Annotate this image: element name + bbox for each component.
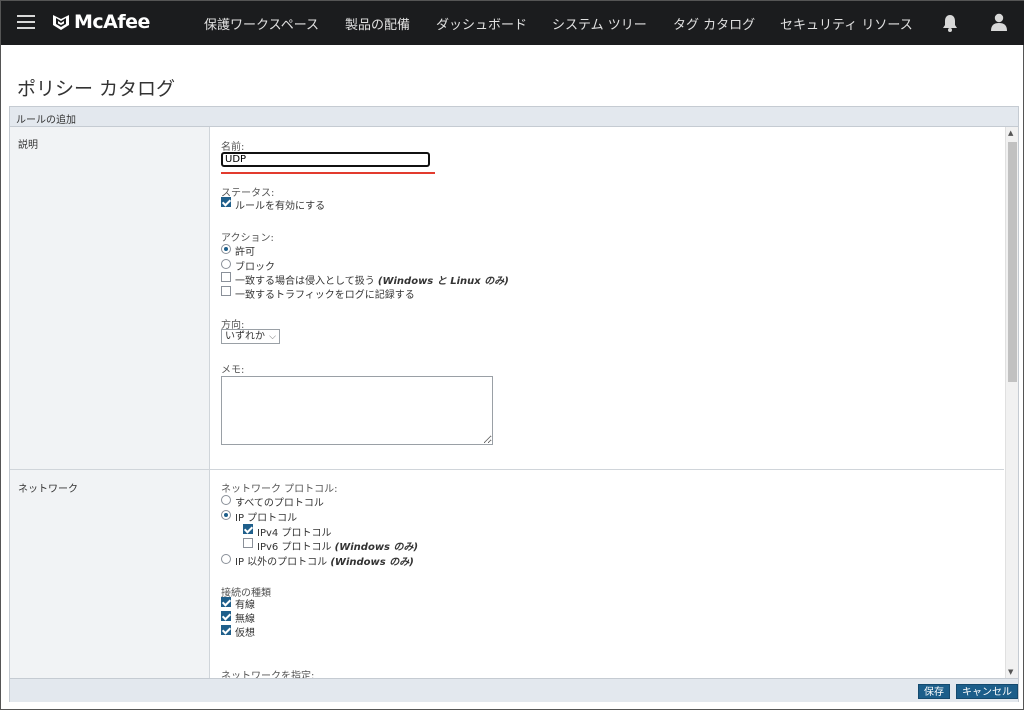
scroll-down-arrow-icon[interactable]: ▼ <box>1008 668 1013 676</box>
virtual-label: 仮想 <box>235 628 255 639</box>
log-traffic-label: 一致するトラフィックをログに記録する <box>235 290 415 301</box>
hamburger-menu-icon[interactable] <box>17 15 35 29</box>
scrollbar-thumb[interactable] <box>1008 142 1017 382</box>
description-section-label: 説明 <box>18 140 38 151</box>
enable-rule-label: ルールを有効にする <box>235 201 326 212</box>
cancel-button[interactable]: キャンセル <box>956 684 1018 699</box>
section-label-column: 説明 <box>10 127 210 469</box>
add-rule-panel: ルールの追加 説明 名前: ステータス: ルールを有効にする アクション: 許可… <box>9 106 1019 702</box>
save-button[interactable]: 保存 <box>918 684 950 699</box>
section-label-column: ネットワーク <box>10 470 210 678</box>
enable-rule-checkbox[interactable] <box>221 197 231 207</box>
page-title: ポリシー カタログ <box>17 78 176 100</box>
brand-name: McAfee <box>74 11 150 33</box>
name-label: 名前: <box>221 142 245 153</box>
network-section-label: ネットワーク <box>18 484 78 495</box>
allow-label: 許可 <box>235 247 255 258</box>
bell-icon[interactable] <box>942 14 958 32</box>
ipv4-label: IPv4 プロトコル <box>257 528 332 539</box>
ipv6-label: IPv6 プロトコル (Windows のみ) <box>257 538 418 553</box>
nav-tag-catalog[interactable]: タグ カタログ <box>673 14 755 33</box>
treat-as-intrusion-label: 一致する場合は侵入として扱う (Windows と Linux のみ) <box>235 272 509 287</box>
top-navigation-bar: McAfee 保護ワークスペース 製品の配備 ダッシュボード システム ツリー … <box>1 1 1024 45</box>
panel-footer: 保存 キャンセル <box>10 678 1018 702</box>
ipv6-note: (Windows のみ) <box>334 542 419 553</box>
name-input[interactable] <box>221 152 430 167</box>
all-protocols-radio[interactable] <box>221 495 231 505</box>
block-label: ブロック <box>235 262 275 273</box>
wireless-label: 無線 <box>235 614 255 625</box>
ipv4-checkbox[interactable] <box>243 524 253 534</box>
virtual-checkbox[interactable] <box>221 625 231 635</box>
description-section: 説明 名前: ステータス: ルールを有効にする アクション: 許可 ブロック 一… <box>10 127 1004 470</box>
scroll-up-arrow-icon[interactable]: ▲ <box>1008 129 1013 137</box>
direction-select-value: いずれか <box>225 331 265 342</box>
vertical-scrollbar[interactable]: ▲ ▼ <box>1005 127 1018 678</box>
ip-protocol-label: IP プロトコル <box>235 513 298 524</box>
non-ip-text: IP 以外のプロトコル <box>235 557 328 568</box>
direction-select[interactable]: いずれか ⌵ <box>221 329 280 344</box>
nav-product-deployment[interactable]: 製品の配備 <box>345 14 410 33</box>
specify-network-label: ネットワークを指定: <box>221 671 315 678</box>
panel-header-title: ルールの追加 <box>16 115 76 126</box>
wired-label: 有線 <box>235 600 255 611</box>
wired-checkbox[interactable] <box>221 597 231 607</box>
nav-security-resources[interactable]: セキュリティ リソース <box>780 14 913 33</box>
network-section: ネットワーク ネットワーク プロトコル: すべてのプロトコル IP プロトコル … <box>10 470 1004 678</box>
ip-protocol-radio[interactable] <box>221 510 231 520</box>
user-icon[interactable] <box>990 13 1008 31</box>
action-label: アクション: <box>221 233 274 244</box>
chevron-down-icon: ⌵ <box>269 332 276 342</box>
allow-radio[interactable] <box>221 244 231 254</box>
non-ip-protocol-radio[interactable] <box>221 554 231 564</box>
ipv6-checkbox[interactable] <box>243 538 253 548</box>
network-protocol-label: ネットワーク プロトコル: <box>221 484 338 495</box>
non-ip-protocol-label: IP 以外のプロトコル (Windows のみ) <box>235 553 414 568</box>
memo-label: メモ: <box>221 365 245 376</box>
memo-textarea[interactable] <box>221 376 493 445</box>
nav-dashboard[interactable]: ダッシュボード <box>436 14 527 33</box>
panel-header: ルールの追加 <box>10 107 1018 127</box>
highlight-underline <box>221 172 435 174</box>
wireless-checkbox[interactable] <box>221 611 231 621</box>
treat-as-intrusion-checkbox[interactable] <box>221 272 231 282</box>
log-traffic-checkbox[interactable] <box>221 286 231 296</box>
form-content: 説明 名前: ステータス: ルールを有効にする アクション: 許可 ブロック 一… <box>10 127 1004 678</box>
block-radio[interactable] <box>221 259 231 269</box>
nav-protection-workspace[interactable]: 保護ワークスペース <box>204 14 319 33</box>
ipv6-text: IPv6 プロトコル <box>257 542 332 553</box>
nav-system-tree[interactable]: システム ツリー <box>552 14 647 33</box>
all-protocols-label: すべてのプロトコル <box>235 498 324 509</box>
brand-logo[interactable]: McAfee <box>51 10 150 34</box>
mcafee-shield-icon <box>53 15 69 30</box>
non-ip-note: (Windows のみ) <box>330 557 414 568</box>
